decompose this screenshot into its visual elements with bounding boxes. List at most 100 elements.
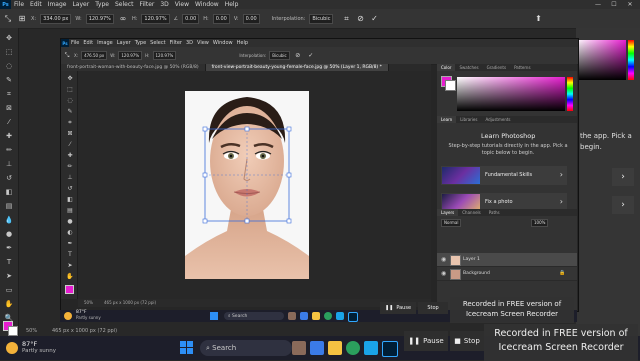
history-brush-icon[interactable]: ↺ [4, 174, 14, 182]
inner-blur-icon[interactable]: ● [65, 218, 75, 226]
pen-tool-icon[interactable]: ✒ [4, 244, 14, 252]
minimize-icon[interactable]: — [590, 0, 606, 9]
close-icon[interactable]: ✕ [622, 0, 638, 9]
inner-app-photo-icon[interactable] [288, 312, 296, 320]
eraser-tool-icon[interactable]: ◧ [4, 188, 14, 196]
marquee-tool-icon[interactable]: ⬚ [4, 48, 14, 56]
x-field[interactable]: 334.00 px [40, 13, 72, 24]
menu-image[interactable]: Image [45, 1, 70, 8]
menu-file[interactable]: File [11, 1, 27, 8]
blur-tool-icon[interactable]: 💧 [4, 216, 14, 224]
inner-type-icon[interactable]: T [65, 251, 75, 259]
move-tool-icon[interactable]: ✥ [4, 34, 14, 42]
visibility-eye-icon[interactable]: ◉ [441, 270, 446, 277]
inner-path-select-icon[interactable]: ➤ [65, 262, 75, 270]
taskbar-search-box[interactable]: ⌕ Search [200, 340, 292, 356]
tab-color[interactable]: Color [437, 64, 456, 71]
tab-doc-2[interactable]: front-view-portrait-beauty-young-female-… [205, 64, 389, 71]
path-select-icon[interactable]: ➤ [4, 272, 14, 280]
inner-hand-icon[interactable]: ✋ [65, 273, 75, 281]
photoshop-taskbar-icon[interactable] [382, 341, 398, 357]
inner-pause-button[interactable]: ❚❚ Pause [380, 302, 416, 314]
lasso-tool-icon[interactable]: ◌ [4, 62, 14, 70]
app-photo-icon[interactable] [292, 341, 306, 355]
inner-frame-tool-icon[interactable]: ⊠ [65, 130, 75, 138]
menu-type[interactable]: Type [92, 1, 112, 8]
share-icon[interactable]: ⬆ [533, 14, 543, 24]
type-tool-icon[interactable]: T [4, 258, 14, 266]
menu-view[interactable]: View [172, 1, 192, 8]
card-arrow-icon[interactable]: › [612, 168, 634, 186]
inner-hue-slider[interactable] [567, 77, 573, 111]
maximize-icon[interactable]: ☐ [606, 0, 622, 9]
pause-button[interactable]: ❚❚ Pause [404, 331, 448, 351]
chrome-icon[interactable] [346, 341, 360, 355]
menu-3d[interactable]: 3D [157, 1, 171, 8]
inner-edge-icon[interactable] [336, 312, 344, 320]
inner-foreground-swatch[interactable] [65, 285, 74, 294]
file-explorer-icon[interactable] [328, 341, 342, 355]
card-fundamental-skills[interactable]: Fundamental Skills › [441, 166, 567, 185]
inner-healing-icon[interactable]: ✚ [65, 152, 75, 160]
inner-dodge-icon[interactable]: ◐ [65, 229, 75, 237]
inner-menu-help[interactable]: Help [235, 40, 250, 46]
inner-menu-filter[interactable]: Filter [168, 40, 184, 46]
interpolation-select[interactable]: Bicubic [309, 13, 334, 24]
layer-row-background[interactable]: ◉ Background 🔒 [437, 267, 577, 281]
dodge-tool-icon[interactable]: ● [4, 230, 14, 238]
inner-x-field[interactable]: 476.50 px [81, 51, 108, 60]
inner-eraser-icon[interactable]: ◧ [65, 196, 75, 204]
stop-button[interactable]: ■ Stop [450, 331, 484, 351]
inner-menu-file[interactable]: File [69, 40, 81, 46]
inner-crop-tool-icon[interactable]: ⌗ [65, 119, 75, 127]
tab-swatches[interactable]: Swatches [455, 64, 482, 71]
transform-icon[interactable]: ⤡ [3, 14, 13, 24]
background-color-swatch[interactable] [8, 326, 18, 336]
tab-learn[interactable]: Learn [437, 116, 457, 123]
frame-tool-icon[interactable]: ⊠ [4, 104, 14, 112]
layer-row-layer-1[interactable]: ◉ Layer 1 [437, 253, 577, 267]
menu-help[interactable]: Help [222, 1, 242, 8]
menu-filter[interactable]: Filter [137, 1, 158, 8]
warp-icon[interactable]: ⌗ [341, 14, 351, 24]
visibility-eye-icon[interactable]: ◉ [441, 256, 446, 263]
tab-paths[interactable]: Paths [485, 209, 504, 216]
inner-menu-image[interactable]: Image [95, 40, 115, 46]
cancel-icon[interactable]: ⊘ [355, 14, 365, 24]
inner-file-explorer-icon[interactable] [312, 312, 320, 320]
inner-height-field[interactable]: 120.97% [152, 51, 177, 60]
link-icon[interactable]: ∞ [118, 14, 128, 24]
inner-lasso-tool-icon[interactable]: ◌ [65, 97, 75, 105]
inner-interpolation-select[interactable]: Bicubic [269, 51, 290, 60]
inner-stop-button[interactable]: Stop [418, 302, 448, 314]
inner-stamp-icon[interactable]: ⊥ [65, 174, 75, 182]
windows-start-icon[interactable] [180, 341, 194, 355]
inner-menu-type[interactable]: Type [133, 40, 148, 46]
inner-search-box[interactable]: ⌕ Search [224, 312, 284, 320]
inner-cancel-icon[interactable]: ⊘ [293, 51, 303, 61]
menu-window[interactable]: Window [192, 1, 222, 8]
tab-libraries[interactable]: Libraries [456, 116, 481, 123]
brush-tool-icon[interactable]: ✏ [4, 146, 14, 154]
app-video-icon[interactable] [310, 341, 324, 355]
inner-eyedropper-icon[interactable]: ⁄ [65, 141, 75, 149]
menu-layer[interactable]: Layer [69, 1, 92, 8]
gradient-tool-icon[interactable]: ▤ [4, 202, 14, 210]
inner-chrome-icon[interactable] [324, 312, 332, 320]
panel-background-swatch[interactable] [445, 80, 456, 91]
blend-mode-select[interactable]: Normal [441, 219, 462, 227]
color-picker-field[interactable] [576, 40, 626, 80]
quick-select-tool-icon[interactable]: ✎ [4, 76, 14, 84]
width-field[interactable]: 120.97% [85, 13, 114, 24]
inner-gradient-icon[interactable]: ▤ [65, 207, 75, 215]
tab-doc-1[interactable]: front-portrait-woman-with-beauty-face.jp… [61, 64, 206, 71]
hand-tool-icon[interactable]: ✋ [4, 300, 14, 308]
inner-color-picker-field[interactable] [457, 77, 565, 111]
inner-quick-select-icon[interactable]: ✎ [65, 108, 75, 116]
healing-brush-icon[interactable]: ✚ [4, 132, 14, 140]
card-arrow-icon[interactable]: › [612, 196, 634, 214]
tab-patterns[interactable]: Patterns [510, 64, 534, 71]
inner-brush-icon[interactable]: ✏ [65, 163, 75, 171]
edge-icon[interactable] [364, 341, 378, 355]
menu-edit[interactable]: Edit [27, 1, 45, 8]
